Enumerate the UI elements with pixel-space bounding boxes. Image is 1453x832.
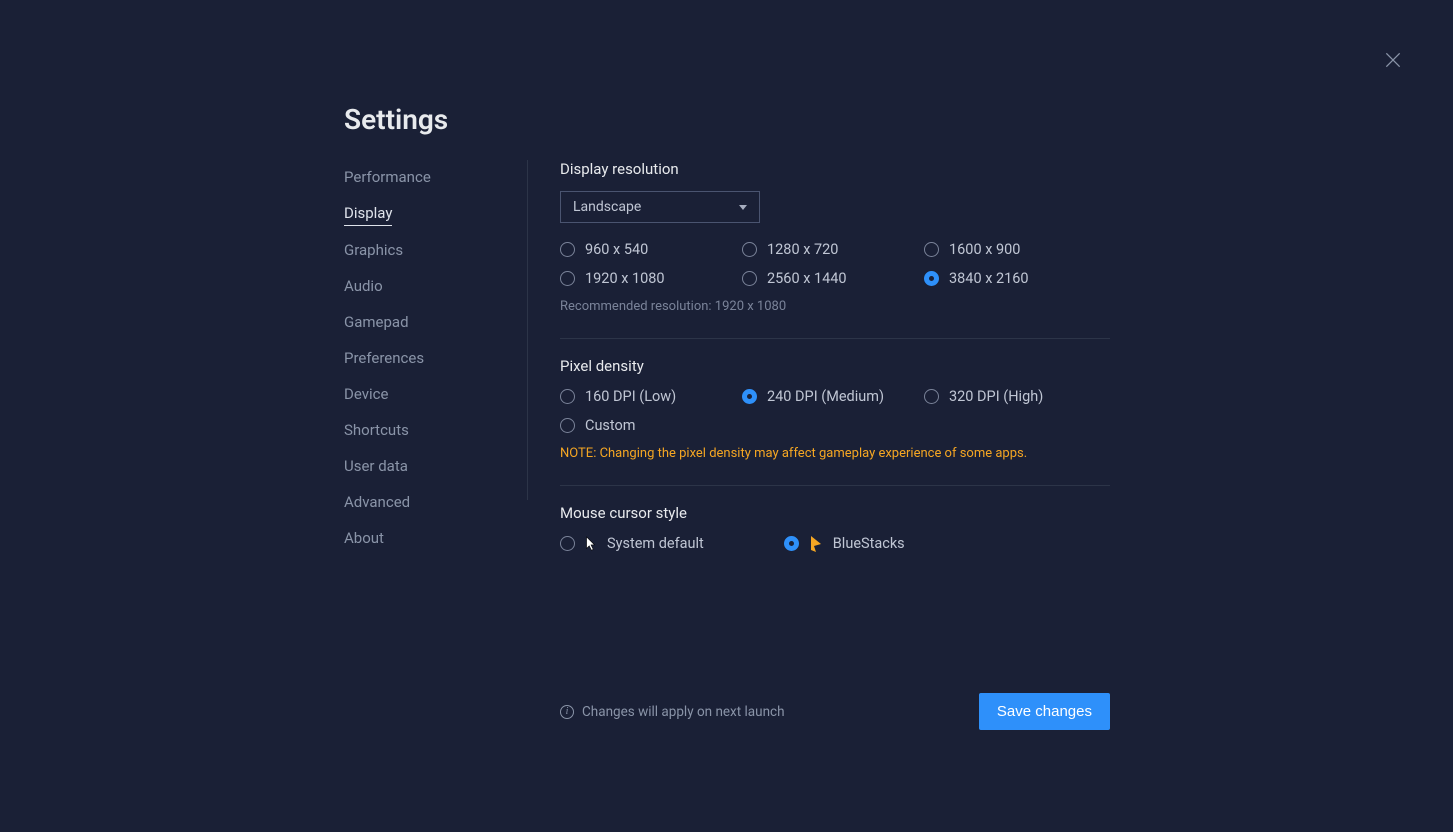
resolution-label: 960 x 540	[585, 241, 648, 258]
radio-icon	[742, 389, 757, 404]
close-button[interactable]	[1383, 50, 1403, 70]
pixel-density-note: NOTE: Changing the pixel density may aff…	[560, 446, 1110, 461]
cursor-option-bluestacks[interactable]: BlueStacks	[784, 535, 905, 552]
resolution-radio-group: 960 x 540 1280 x 720 1600 x 900 1920 x 1…	[560, 241, 1110, 287]
resolution-label: 1920 x 1080	[585, 270, 665, 287]
sidebar-item-audio[interactable]: Audio	[344, 274, 383, 298]
save-changes-button[interactable]: Save changes	[979, 693, 1110, 730]
resolution-option-1600x900[interactable]: 1600 x 900	[924, 241, 1106, 258]
resolution-option-2560x1440[interactable]: 2560 x 1440	[742, 270, 924, 287]
radio-icon	[560, 418, 575, 433]
cursor-radio-group: System default BlueStacks	[560, 535, 1110, 552]
orientation-value: Landscape	[573, 199, 641, 215]
radio-icon	[742, 271, 757, 286]
sidebar-item-device[interactable]: Device	[344, 382, 388, 406]
cursor-option-system[interactable]: System default	[560, 535, 704, 552]
system-cursor-icon	[585, 536, 597, 552]
cursor-label: System default	[607, 535, 704, 552]
density-label: 320 DPI (High)	[949, 388, 1043, 405]
sidebar-item-shortcuts[interactable]: Shortcuts	[344, 418, 409, 442]
radio-icon	[742, 242, 757, 257]
resolution-label: 3840 x 2160	[949, 270, 1029, 287]
radio-icon	[560, 536, 575, 551]
resolution-option-1280x720[interactable]: 1280 x 720	[742, 241, 924, 258]
resolution-option-1920x1080[interactable]: 1920 x 1080	[560, 270, 742, 287]
sidebar-item-advanced[interactable]: Advanced	[344, 490, 410, 514]
sidebar-item-gamepad[interactable]: Gamepad	[344, 310, 409, 334]
cursor-label: BlueStacks	[833, 535, 905, 552]
sidebar-item-about[interactable]: About	[344, 526, 384, 550]
mouse-cursor-title: Mouse cursor style	[560, 504, 1110, 522]
density-label: Custom	[585, 417, 636, 434]
pixel-density-title: Pixel density	[560, 357, 1110, 375]
caret-down-icon	[739, 205, 747, 210]
radio-icon	[924, 389, 939, 404]
settings-content: Display resolution Landscape 960 x 540 1…	[560, 160, 1110, 552]
radio-icon	[924, 242, 939, 257]
sidebar-item-user-data[interactable]: User data	[344, 454, 408, 478]
sidebar-divider	[527, 160, 528, 500]
settings-footer: i Changes will apply on next launch Save…	[560, 693, 1110, 730]
density-option-320[interactable]: 320 DPI (High)	[924, 388, 1106, 405]
info-icon: i	[560, 705, 574, 719]
density-option-240[interactable]: 240 DPI (Medium)	[742, 388, 924, 405]
resolution-option-3840x2160[interactable]: 3840 x 2160	[924, 270, 1106, 287]
settings-sidebar: Performance Display Graphics Audio Gamep…	[344, 165, 524, 550]
radio-icon	[784, 536, 799, 551]
section-divider	[560, 485, 1110, 486]
radio-icon	[560, 242, 575, 257]
density-option-custom[interactable]: Custom	[560, 417, 742, 434]
sidebar-item-performance[interactable]: Performance	[344, 165, 431, 189]
resolution-label: 2560 x 1440	[767, 270, 847, 287]
radio-icon	[560, 389, 575, 404]
footer-info: i Changes will apply on next launch	[560, 704, 785, 720]
display-resolution-title: Display resolution	[560, 160, 1110, 178]
density-option-160[interactable]: 160 DPI (Low)	[560, 388, 742, 405]
recommended-resolution-label: Recommended resolution: 1920 x 1080	[560, 299, 1110, 314]
bluestacks-cursor-icon	[809, 536, 823, 552]
radio-icon	[924, 271, 939, 286]
orientation-select[interactable]: Landscape	[560, 191, 760, 223]
sidebar-item-preferences[interactable]: Preferences	[344, 346, 424, 370]
resolution-label: 1600 x 900	[949, 241, 1020, 258]
close-icon	[1383, 50, 1403, 70]
sidebar-item-graphics[interactable]: Graphics	[344, 238, 403, 262]
density-label: 240 DPI (Medium)	[767, 388, 884, 405]
resolution-option-960x540[interactable]: 960 x 540	[560, 241, 742, 258]
density-radio-group: 160 DPI (Low) 240 DPI (Medium) 320 DPI (…	[560, 388, 1110, 434]
density-label: 160 DPI (Low)	[585, 388, 676, 405]
sidebar-item-display[interactable]: Display	[344, 201, 392, 226]
footer-info-text: Changes will apply on next launch	[582, 704, 785, 720]
radio-icon	[560, 271, 575, 286]
page-title: Settings	[344, 103, 448, 136]
resolution-label: 1280 x 720	[767, 241, 838, 258]
section-divider	[560, 338, 1110, 339]
